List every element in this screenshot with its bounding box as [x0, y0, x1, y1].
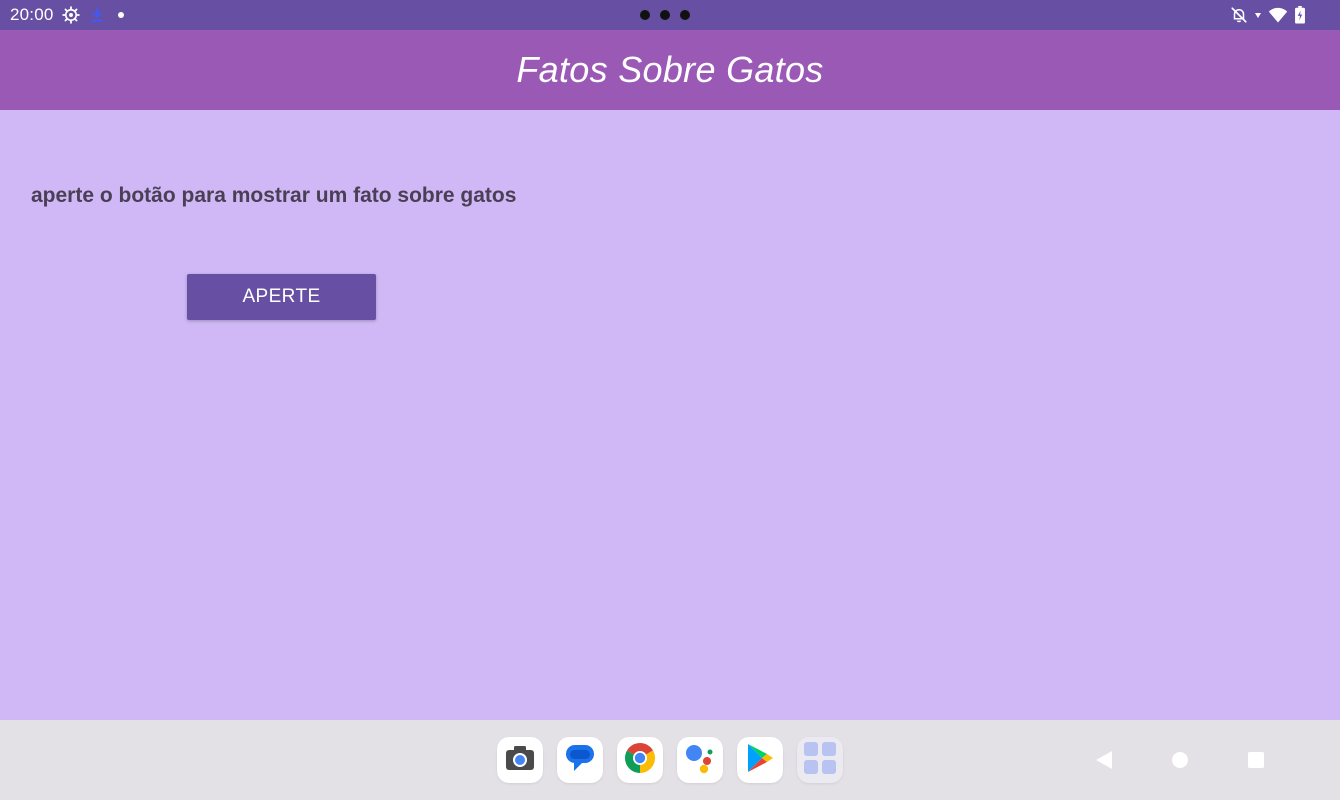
status-time: 20:00 [10, 5, 54, 24]
status-left: 20:00 [10, 0, 128, 30]
battery-icon [1294, 6, 1306, 24]
messages-app[interactable] [557, 737, 603, 783]
chrome-icon [623, 741, 657, 780]
wifi-icon [1268, 6, 1288, 24]
camera-cutout [640, 0, 690, 30]
chrome-app[interactable] [617, 737, 663, 783]
main-content: aperte o botão para mostrar um fato sobr… [0, 110, 1340, 720]
settings-icon [61, 6, 80, 24]
fact-text: aperte o botão para mostrar um fato sobr… [31, 184, 517, 207]
camera-dot-icon [680, 10, 690, 20]
camera-icon [504, 744, 536, 777]
messages-icon [564, 743, 596, 778]
app-drawer[interactable] [797, 737, 843, 783]
navigation-bar [0, 720, 1340, 800]
system-nav-buttons [1094, 720, 1266, 800]
download-icon [88, 6, 106, 24]
app-title: Fatos Sobre Gatos [516, 49, 824, 90]
play-store-app[interactable] [737, 737, 783, 783]
status-bar: 20:00 [0, 0, 1340, 30]
recents-icon[interactable] [1246, 750, 1266, 770]
back-icon[interactable] [1094, 750, 1114, 770]
press-button[interactable]: APERTE [187, 274, 376, 320]
assistant-app[interactable] [677, 737, 723, 783]
status-right [1230, 0, 1306, 30]
notification-dot-icon [114, 8, 128, 22]
bell-off-icon [1230, 6, 1248, 24]
assistant-icon [683, 742, 717, 779]
app-dock [497, 737, 843, 783]
play-store-icon [745, 742, 775, 779]
signal-arrow-icon [1254, 11, 1262, 19]
home-icon[interactable] [1170, 750, 1190, 770]
app-bar: Fatos Sobre Gatos [0, 30, 1340, 110]
camera-dot-icon [660, 10, 670, 20]
camera-app[interactable] [497, 737, 543, 783]
camera-dot-icon [640, 10, 650, 20]
app-grid-icon [803, 741, 837, 780]
